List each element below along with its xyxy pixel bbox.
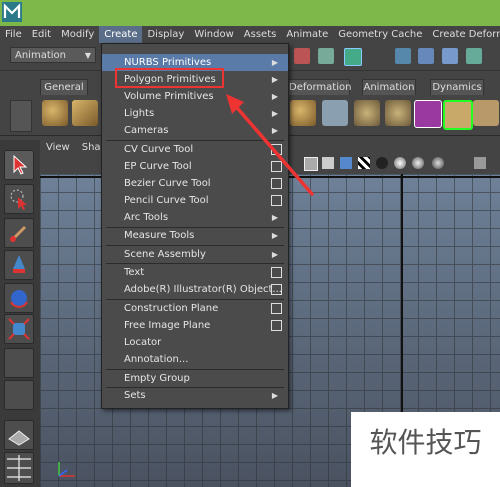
menu-geometry-cache[interactable]: Geometry Cache [333,26,427,43]
chevron-down-icon: ▼ [84,51,91,60]
motion-blur-icon[interactable] [432,157,444,169]
select-tool-icon[interactable] [4,150,34,180]
menu-item-text[interactable]: Text [102,264,288,281]
move-tool-icon[interactable] [4,250,34,280]
menu-window[interactable]: Window [189,26,238,43]
submenu-arrow-icon: ▶ [271,75,278,84]
submenu-arrow-icon: ▶ [271,58,278,67]
main-menubar: File Edit Modify Create Display Window A… [0,26,500,43]
menu-animate[interactable]: Animate [281,26,333,43]
tab-dynamics[interactable]: Dynamics [430,79,484,95]
menu-item-free-image-plane[interactable]: Free Image Plane [102,317,288,334]
annotation-arrow-icon [226,94,314,196]
menu-set-value: Animation [15,50,66,61]
menu-item-measure-tools[interactable]: Measure Tools ▶ [102,227,288,244]
lattice-icon[interactable] [354,100,380,126]
shadows-icon[interactable] [394,157,406,169]
layout-four-icon[interactable] [4,452,34,484]
nurbs-sphere-icon[interactable] [42,100,68,126]
snap-plane-icon[interactable] [418,48,434,64]
snap-grid-icon[interactable] [318,48,334,64]
deform-icon[interactable] [322,100,348,126]
menu-create-deformers[interactable]: Create Deformers [427,26,500,43]
menu-item-locator[interactable]: Locator [102,334,288,351]
shade-wire-icon[interactable] [340,157,352,169]
layout-single-icon[interactable] [4,420,34,450]
isolate-icon[interactable] [474,157,486,169]
tab-general[interactable]: General [40,79,88,95]
submenu-arrow-icon: ▶ [271,231,278,240]
nonlinear-icon[interactable] [473,100,499,126]
cluster-icon[interactable] [385,100,411,126]
option-box-icon[interactable] [271,267,282,278]
rotate-tool-icon[interactable] [4,283,34,313]
manipulator-tool-icon[interactable] [4,348,34,378]
scale-tool-icon[interactable] [4,314,34,344]
texture-icon[interactable] [358,157,370,169]
menu-set-select[interactable]: Animation ▼ [10,47,96,63]
menu-edit[interactable]: Edit [27,26,56,43]
title-bar [0,0,500,26]
menu-item-annotation[interactable]: Annotation... [102,351,288,368]
menu-display[interactable]: Display [142,26,189,43]
lights-icon[interactable] [376,157,388,169]
cube-purple-icon[interactable] [414,100,442,128]
submenu-arrow-icon: ▶ [271,213,278,222]
submenu-arrow-icon: ▶ [271,250,278,259]
menu-create[interactable]: Create [99,26,143,43]
menu-item-arc-tools[interactable]: Arc Tools ▶ [102,209,288,226]
tab-animation[interactable]: Animation [362,79,416,95]
snap-view-icon[interactable] [466,48,482,64]
shelf-options-icon[interactable] [10,100,32,132]
snap-surface-icon[interactable] [442,48,458,64]
menu-item-scene-assembly[interactable]: Scene Assembly ▶ [102,246,288,263]
menu-file[interactable]: File [0,26,27,43]
snap-curve-icon[interactable] [344,48,362,66]
panel-menu-view[interactable]: View [40,142,76,153]
option-box-icon[interactable] [271,284,282,295]
option-box-icon[interactable] [271,303,282,314]
menu-assets[interactable]: Assets [239,26,282,43]
watermark: 软件技巧 [351,412,500,487]
highlight-box [115,68,224,88]
lasso-tool-icon[interactable] [4,184,34,214]
menu-item-adobe-illustrator-object[interactable]: Adobe(R) Illustrator(R) Object... [102,281,288,298]
menu-item-sets[interactable]: Sets ▶ [102,387,288,404]
menu-item-empty-group[interactable]: Empty Group [102,370,288,387]
last-tool-icon[interactable] [4,380,34,410]
submenu-arrow-icon: ▶ [271,391,278,400]
smooth-shade-icon[interactable] [322,157,334,169]
menu-modify[interactable]: Modify [56,26,99,43]
menu-item-construction-plane[interactable]: Construction Plane [102,300,288,317]
plane-icon[interactable] [443,100,473,130]
snap-point-icon[interactable] [395,48,411,64]
nurbs-cube-icon[interactable] [72,100,98,126]
snap-icon[interactable] [294,48,310,64]
ambient-occlusion-icon[interactable] [412,157,424,169]
option-box-icon[interactable] [271,320,282,331]
paint-select-icon[interactable] [4,218,34,248]
maya-logo-icon [2,2,22,22]
axis-indicator-icon [58,462,75,477]
